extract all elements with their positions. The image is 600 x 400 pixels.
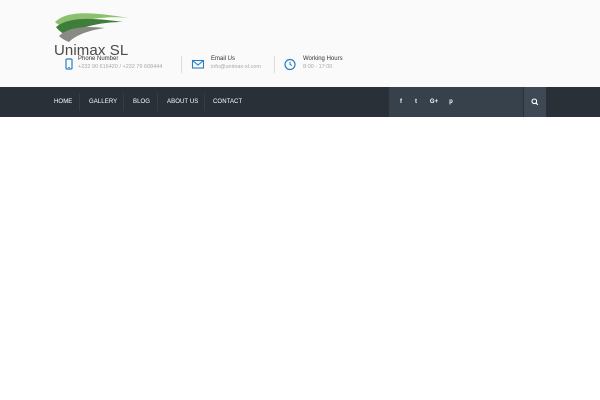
- phone-icon: [65, 58, 73, 70]
- phone-title: Phone Number: [78, 56, 119, 62]
- twitter-icon[interactable]: t: [410, 87, 422, 117]
- logo-leaves-icon: [55, 13, 129, 42]
- search-icon: [531, 98, 539, 106]
- social-bar: f t G+ p: [389, 87, 523, 117]
- hours-value: 8:00 - 17:00: [303, 64, 333, 70]
- phone-value[interactable]: +232 90 616420 / +232 79 608444: [78, 64, 162, 70]
- pinterest-icon[interactable]: p: [445, 87, 457, 117]
- envelope-icon: [191, 59, 205, 69]
- nav-item-home[interactable]: HOME: [54, 87, 72, 117]
- divider: [181, 56, 182, 73]
- hours-info: Working Hours 8:00 - 17:00: [283, 56, 353, 72]
- email-value[interactable]: info@unimax-sl.com: [211, 64, 261, 70]
- search-button[interactable]: [524, 87, 546, 117]
- nav-item-contact[interactable]: CONTACT: [213, 87, 242, 117]
- clock-icon: [284, 58, 296, 71]
- divider: [274, 56, 275, 73]
- google-plus-icon[interactable]: G+: [428, 87, 440, 117]
- site-logo[interactable]: Unimax SL: [53, 12, 143, 59]
- nav-separator: [157, 93, 158, 111]
- email-info: Email Us info@unimax-sl.com: [191, 56, 271, 72]
- email-title: Email Us: [211, 56, 236, 62]
- nav-item-gallery[interactable]: GALLERY: [89, 87, 117, 117]
- nav-separator: [204, 93, 205, 111]
- hours-title: Working Hours: [303, 56, 343, 62]
- nav-separator: [123, 93, 124, 111]
- nav-separator: [79, 93, 80, 111]
- nav-item-about-us[interactable]: ABOUT US: [167, 87, 198, 117]
- phone-info: Phone Number +232 90 616420 / +232 79 60…: [62, 56, 177, 72]
- header-top: Unimax SL Phone Number +232 90 616420 / …: [0, 0, 600, 87]
- nav-item-blog[interactable]: BLOG: [133, 87, 150, 117]
- facebook-icon[interactable]: f: [395, 87, 407, 117]
